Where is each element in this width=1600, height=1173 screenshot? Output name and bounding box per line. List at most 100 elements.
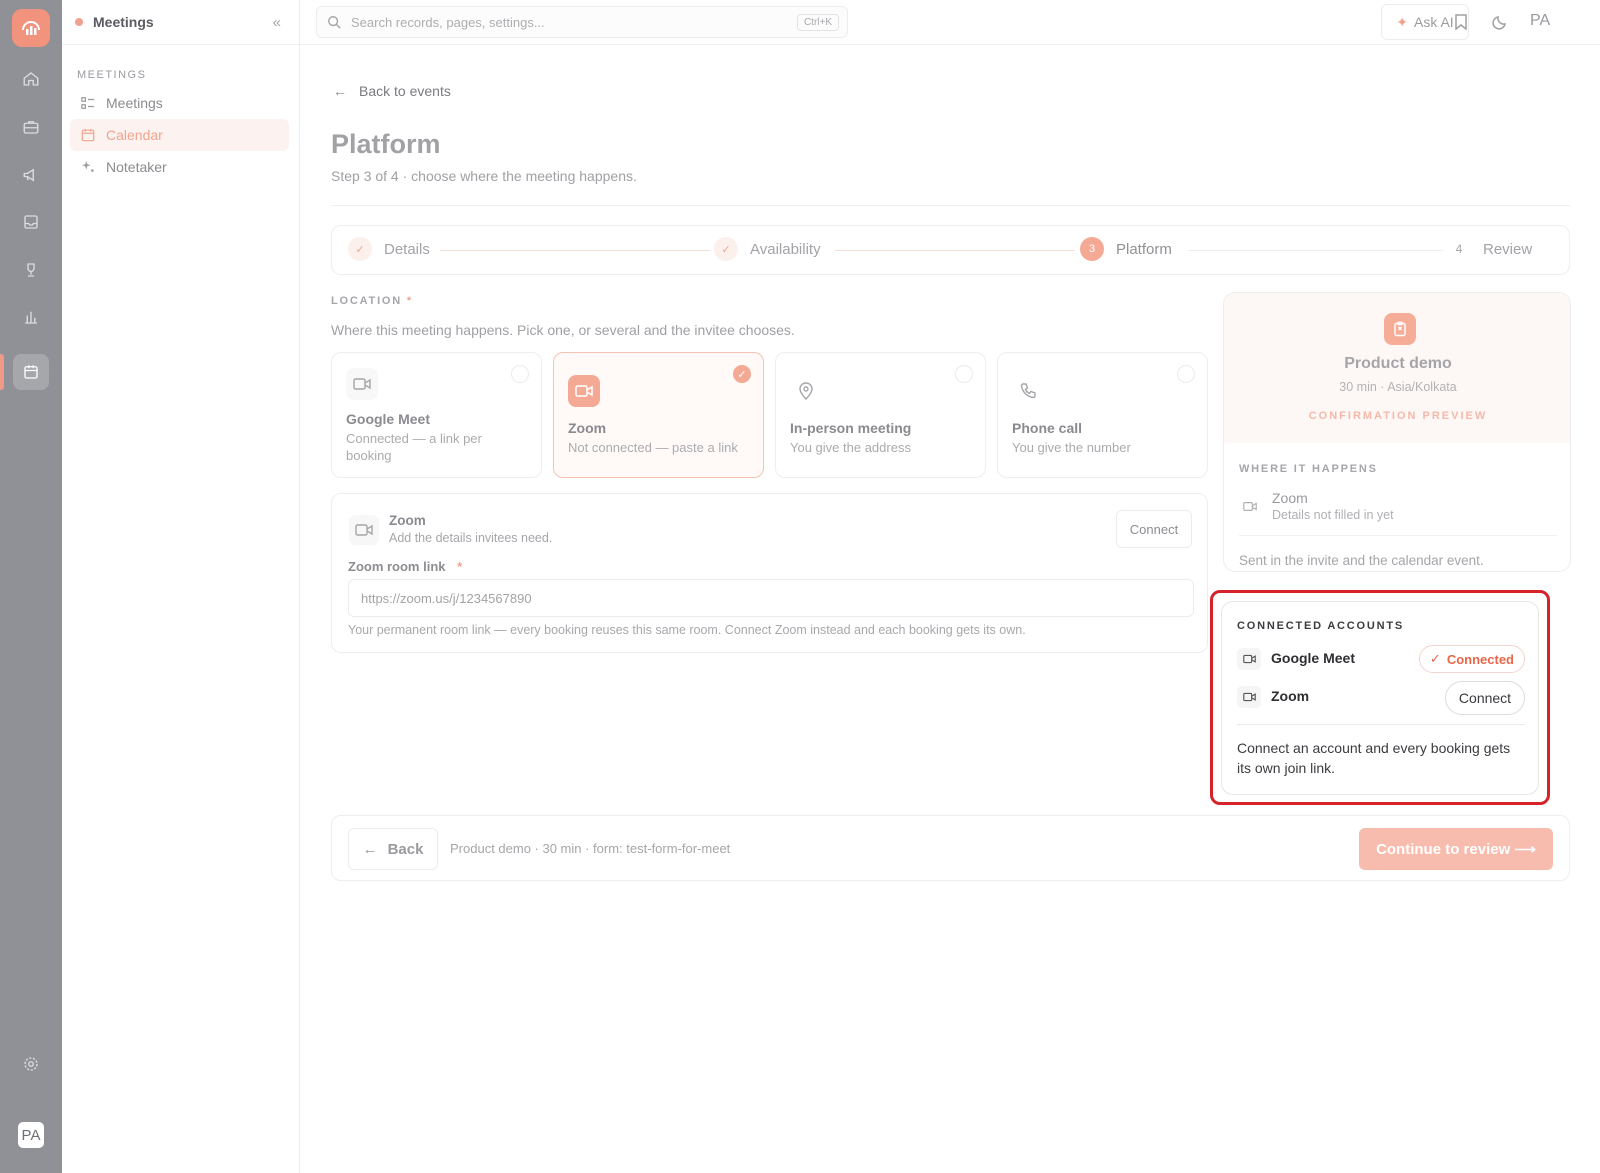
step-number: 3 — [1080, 237, 1104, 261]
collapse-icon[interactable]: « — [273, 14, 281, 31]
option-title: Zoom — [568, 420, 607, 436]
trophy-icon[interactable] — [13, 252, 49, 288]
sidebar-header: Meetings « — [62, 0, 299, 45]
check-icon: ✓ — [714, 237, 738, 261]
option-google-meet[interactable]: Google Meet Connected — a link per booki… — [331, 352, 542, 478]
preview-title: Product demo — [1344, 355, 1452, 372]
option-zoom[interactable]: ✓ Zoom Not connected — paste a link — [553, 352, 764, 478]
where-label: WHERE IT HAPPENS — [1239, 463, 1378, 475]
back-to-events-link[interactable]: ← Back to events — [333, 83, 451, 99]
bar-chart-icon[interactable] — [13, 299, 49, 335]
zoom-card-title: Zoom — [389, 513, 426, 528]
option-title: Google Meet — [346, 411, 431, 427]
video-icon — [1239, 495, 1261, 517]
confirmation-preview: Product demo 30 min · Asia/Kolkata CONFI… — [1223, 292, 1571, 572]
connect-zoom-button[interactable]: Connect — [1116, 510, 1192, 548]
user-avatar[interactable]: PA — [18, 1122, 44, 1148]
briefcase-icon[interactable] — [13, 109, 49, 145]
highlight-box — [1210, 590, 1550, 805]
step-label: Availability — [750, 240, 821, 258]
sidebar-nav: Meetings Calendar Notetaker — [70, 87, 289, 183]
option-in-person[interactable]: In-person meeting You give the address — [775, 352, 986, 478]
option-phone-call[interactable]: Phone call You give the number — [997, 352, 1208, 478]
zoom-link-help: Your permanent room link — every booking… — [348, 623, 1026, 637]
clipboard-icon — [1384, 313, 1416, 345]
search-input[interactable]: Search records, pages, settings... Ctrl+… — [316, 6, 848, 38]
active-indicator — [0, 354, 4, 390]
radio[interactable] — [511, 365, 529, 383]
check-icon[interactable]: ✓ — [733, 365, 751, 383]
search-icon — [327, 15, 341, 29]
check-icon: ✓ — [348, 237, 372, 261]
zoom-link-input[interactable]: https://zoom.us/j/1234567890 — [348, 579, 1194, 617]
arrow-left-icon: ← — [333, 83, 347, 99]
step-platform[interactable]: 3 Platform — [1080, 237, 1172, 261]
moon-icon[interactable] — [1490, 12, 1510, 32]
sidebar-item-meetings[interactable]: Meetings — [70, 87, 289, 119]
ask-ai-label: Ask AI — [1414, 14, 1454, 30]
radio[interactable] — [955, 365, 973, 383]
option-title: In-person meeting — [790, 420, 912, 436]
where-title: Zoom — [1272, 490, 1308, 506]
settings-icon[interactable] — [13, 1046, 49, 1082]
sparkle-icon: ✦ — [1396, 13, 1409, 30]
back-button[interactable]: ← Back — [348, 828, 438, 870]
step-review[interactable]: 4 Review — [1447, 237, 1533, 261]
sidebar-item-notetaker[interactable]: Notetaker — [70, 151, 289, 183]
search-placeholder: Search records, pages, settings... — [351, 14, 545, 30]
location-help: Where this meeting happens. Pick one, or… — [331, 322, 795, 338]
home-icon[interactable] — [13, 61, 49, 97]
footer-meta: Product demo · 30 min · form: test-form-… — [450, 841, 731, 856]
step-connector — [835, 250, 1075, 251]
preview-header: Product demo 30 min · Asia/Kolkata CONFI… — [1224, 293, 1570, 443]
step-connector — [1188, 250, 1443, 251]
step-number: 4 — [1455, 242, 1463, 256]
step-availability[interactable]: ✓ Availability — [714, 237, 821, 261]
zoom-link-label: Zoom room link * — [348, 559, 462, 574]
preview-meta: 30 min · Asia/Kolkata — [1339, 380, 1457, 394]
main-content: ← Back to events Platform Step 3 of 4 · … — [300, 45, 1600, 1173]
option-desc: You give the address — [790, 440, 911, 455]
page-subtitle: Step 3 of 4 · choose where the meeting h… — [331, 168, 637, 184]
option-desc: Connected — a link per booking — [346, 431, 482, 463]
sidebar-section-label: MEETINGS — [77, 69, 147, 81]
shortcut-hint: Ctrl+K — [796, 14, 839, 31]
where-subtitle: Details not filled in yet — [1272, 508, 1394, 522]
sidebar-item-label: Meetings — [106, 95, 163, 111]
stepper: ✓ Details ✓ Availability 3 Platform 4 Re… — [331, 225, 1570, 275]
option-desc: You give the number — [1012, 440, 1131, 455]
megaphone-icon[interactable] — [13, 157, 49, 193]
calendar-icon[interactable] — [13, 354, 49, 390]
option-title: Phone call — [1012, 420, 1083, 436]
sidebar-item-label: Notetaker — [106, 159, 167, 175]
sidebar-title: Meetings — [93, 14, 154, 30]
location-label-text: LOCATION — [331, 295, 403, 307]
sparkle-icon — [80, 159, 96, 175]
video-icon — [346, 368, 378, 400]
zoom-details-card: Zoom Add the details invitees need. Conn… — [331, 493, 1208, 653]
radio[interactable] — [1177, 365, 1195, 383]
back-button-label: Back — [387, 840, 424, 858]
sidebar-item-calendar[interactable]: Calendar — [70, 119, 289, 151]
list-icon — [80, 95, 96, 111]
option-desc: Not connected — paste a link — [568, 440, 738, 455]
app-logo[interactable] — [12, 9, 50, 47]
preview-note: Sent in the invite and the calendar even… — [1239, 553, 1484, 568]
step-label: Details — [384, 240, 430, 258]
inbox-icon[interactable] — [13, 204, 49, 240]
user-avatar[interactable]: PA — [1530, 12, 1550, 30]
video-icon — [349, 515, 379, 545]
sidebar: Meetings « MEETINGS Meetings Calendar No… — [62, 0, 300, 1173]
status-dot — [75, 18, 83, 26]
continue-button[interactable]: Continue to review ⟶ — [1359, 828, 1553, 870]
step-connector — [440, 250, 710, 251]
zoom-card-subtitle: Add the details invitees need. — [389, 531, 553, 545]
bookmark-icon[interactable] — [1451, 12, 1471, 32]
preview-tag: CONFIRMATION PREVIEW — [1308, 410, 1488, 422]
map-pin-icon — [790, 375, 822, 407]
back-label: Back to events — [359, 83, 451, 99]
phone-icon — [1012, 375, 1044, 407]
video-icon — [568, 375, 600, 407]
step-details[interactable]: ✓ Details — [348, 237, 430, 261]
required-mark: * — [457, 559, 463, 574]
